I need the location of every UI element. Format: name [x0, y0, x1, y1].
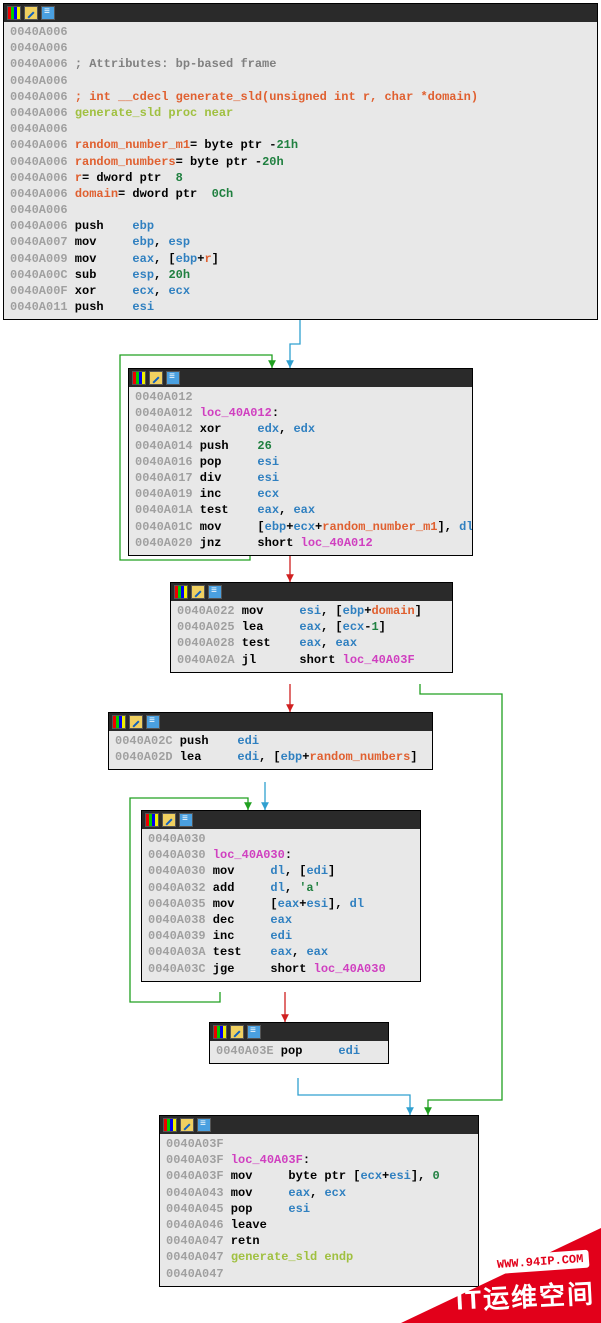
- block-titlebar: [210, 1023, 388, 1041]
- disasm-block-loc-40a03f[interactable]: 0040A03F 0040A03F loc_40A03F: 0040A03F m…: [159, 1115, 479, 1287]
- block-titlebar: [129, 369, 472, 387]
- list-icon: [146, 715, 160, 729]
- list-icon: [247, 1025, 261, 1039]
- block-titlebar: [4, 4, 597, 22]
- list-icon: [208, 585, 222, 599]
- edit-icon: [191, 585, 205, 599]
- block-code[interactable]: 0040A012 0040A012 loc_40A012: 0040A012 x…: [129, 387, 472, 555]
- disasm-block-entry[interactable]: 0040A006 0040A006 0040A006 ; Attributes:…: [3, 3, 598, 320]
- list-icon: [166, 371, 180, 385]
- block-titlebar: [109, 713, 432, 731]
- block-code[interactable]: 0040A03F 0040A03F loc_40A03F: 0040A03F m…: [160, 1134, 478, 1286]
- block-code[interactable]: 0040A030 0040A030 loc_40A030: 0040A030 m…: [142, 829, 420, 981]
- list-icon: [41, 6, 55, 20]
- disasm-block-40a02c[interactable]: 0040A02C push edi 0040A02D lea edi, [ebp…: [108, 712, 433, 770]
- list-icon: [179, 813, 193, 827]
- color-mode-icon: [174, 585, 188, 599]
- disasm-block-loc-40a030[interactable]: 0040A030 0040A030 loc_40A030: 0040A030 m…: [141, 810, 421, 982]
- edit-icon: [129, 715, 143, 729]
- color-mode-icon: [213, 1025, 227, 1039]
- edit-icon: [180, 1118, 194, 1132]
- edit-icon: [149, 371, 163, 385]
- block-code[interactable]: 0040A03E pop edi: [210, 1041, 388, 1063]
- color-mode-icon: [7, 6, 21, 20]
- color-mode-icon: [145, 813, 159, 827]
- disasm-block-40a03e[interactable]: 0040A03E pop edi: [209, 1022, 389, 1064]
- color-mode-icon: [163, 1118, 177, 1132]
- block-code[interactable]: 0040A006 0040A006 0040A006 ; Attributes:…: [4, 22, 597, 319]
- edit-icon: [230, 1025, 244, 1039]
- block-titlebar: [171, 583, 452, 601]
- list-icon: [197, 1118, 211, 1132]
- edit-icon: [24, 6, 38, 20]
- watermark-url: WWW.94IP.COM: [490, 1249, 589, 1274]
- edit-icon: [162, 813, 176, 827]
- block-code[interactable]: 0040A02C push edi 0040A02D lea edi, [ebp…: [109, 731, 432, 769]
- block-titlebar: [160, 1116, 478, 1134]
- color-mode-icon: [112, 715, 126, 729]
- block-titlebar: [142, 811, 420, 829]
- block-code[interactable]: 0040A022 mov esi, [ebp+domain] 0040A025 …: [171, 601, 452, 672]
- disasm-block-40a022[interactable]: 0040A022 mov esi, [ebp+domain] 0040A025 …: [170, 582, 453, 673]
- disasm-block-loc-40a012[interactable]: 0040A012 0040A012 loc_40A012: 0040A012 x…: [128, 368, 473, 556]
- color-mode-icon: [132, 371, 146, 385]
